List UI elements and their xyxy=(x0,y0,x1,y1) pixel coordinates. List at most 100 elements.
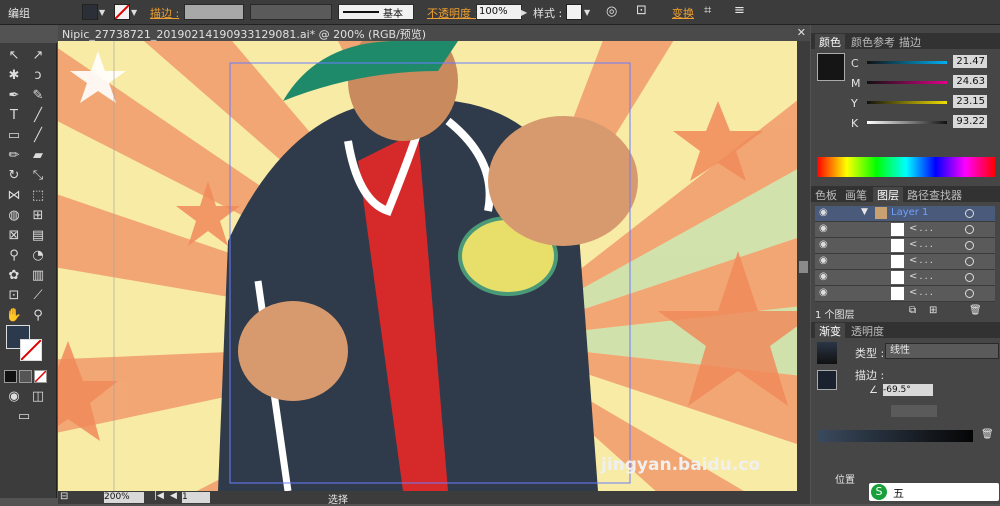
screen-mode-icon[interactable]: ▭ xyxy=(14,408,34,426)
artboard-nav-icon[interactable]: ⊟ xyxy=(60,491,68,502)
chevron-down-icon[interactable]: ▼ xyxy=(131,8,137,17)
sublayer-name[interactable]: <... xyxy=(909,287,935,298)
sogou-icon[interactable]: S xyxy=(871,484,887,500)
direct-selection-tool-icon[interactable]: ↗ xyxy=(28,47,48,65)
style-swatch[interactable] xyxy=(566,4,582,20)
gradient-fill-swatch[interactable] xyxy=(817,370,837,390)
paintbrush-tool-icon[interactable]: ╱ xyxy=(28,127,48,145)
y-value[interactable]: 23.15 xyxy=(953,95,987,108)
m-value[interactable]: 24.63 xyxy=(953,75,987,88)
stroke-swatch[interactable] xyxy=(114,4,130,20)
free-transform-tool-icon[interactable]: ⬚ xyxy=(28,187,48,205)
trash-icon[interactable]: 🗑 xyxy=(969,305,982,316)
artboard-canvas[interactable]: jingyan.baidu.co xyxy=(58,41,810,491)
tab-brushes[interactable]: 画笔 xyxy=(845,187,867,203)
transform-label[interactable]: 变换 xyxy=(672,5,694,21)
zoom-tool-icon[interactable]: ⚲ xyxy=(28,307,48,325)
tab-stroke[interactable]: 描边 xyxy=(899,34,921,50)
trash-icon[interactable]: 🗑 xyxy=(981,429,994,440)
eye-icon[interactable]: ◉ xyxy=(819,207,828,218)
gradient-tool-icon[interactable]: ▤ xyxy=(28,227,48,245)
prev-page-icon[interactable]: ◀ xyxy=(170,491,177,501)
aspect-field[interactable] xyxy=(891,405,937,417)
stroke-label[interactable]: 描边 : xyxy=(150,5,179,21)
tab-transparency[interactable]: 透明度 xyxy=(851,323,884,339)
tab-color-guide[interactable]: 颜色参考 xyxy=(851,34,895,50)
sublayer-row[interactable]: ◉ <... xyxy=(815,286,995,302)
layer-name[interactable]: Layer 1 xyxy=(891,207,928,218)
target-icon[interactable] xyxy=(965,257,974,266)
color-spectrum[interactable] xyxy=(817,157,995,177)
chevron-down-icon[interactable]: ▼ xyxy=(99,8,105,17)
target-icon[interactable] xyxy=(965,289,974,298)
width-tool-icon[interactable]: ⋈ xyxy=(4,187,24,205)
pen-tool-icon[interactable]: ✒ xyxy=(4,87,24,105)
eye-icon[interactable]: ◉ xyxy=(819,271,828,282)
expand-icon[interactable]: ▼ xyxy=(861,207,868,217)
stroke-color-swatch[interactable] xyxy=(20,339,42,361)
sublayer-name[interactable]: <... xyxy=(909,239,935,250)
target-icon[interactable] xyxy=(965,241,974,250)
new-layer-icon[interactable]: ⊞ xyxy=(929,305,937,316)
symbol-sprayer-tool-icon[interactable]: ✿ xyxy=(4,267,24,285)
mesh-tool-icon[interactable]: ⊠ xyxy=(4,227,24,245)
current-color-swatch[interactable] xyxy=(817,53,845,81)
target-icon[interactable] xyxy=(965,273,974,282)
menu-icon[interactable]: ≡ xyxy=(734,3,745,18)
variable-width-dropdown[interactable] xyxy=(250,4,332,20)
lasso-tool-icon[interactable]: ↄ xyxy=(28,67,48,85)
zoom-field[interactable]: 200% xyxy=(104,492,144,503)
new-sublayer-icon[interactable]: ⧉ xyxy=(909,305,916,316)
vertical-scrollbar[interactable] xyxy=(797,41,810,491)
isolate-icon[interactable]: ⌗ xyxy=(704,3,711,18)
gradient-slider[interactable] xyxy=(817,430,973,442)
target-icon[interactable] xyxy=(965,225,974,234)
eraser-tool-icon[interactable]: ▰ xyxy=(28,147,48,165)
k-slider[interactable] xyxy=(867,121,947,124)
sublayer-row[interactable]: ◉ <... xyxy=(815,238,995,254)
scale-tool-icon[interactable]: ⤡ xyxy=(28,167,48,185)
none-mode-icon[interactable] xyxy=(34,370,47,383)
y-slider[interactable] xyxy=(867,101,947,104)
tab-gradient[interactable]: 渐变 xyxy=(815,323,845,339)
sublayer-row[interactable]: ◉ <... xyxy=(815,222,995,238)
layer-row[interactable]: ◉ ▼ Layer 1 xyxy=(815,206,995,222)
selection-tool-icon[interactable]: ↖ xyxy=(4,47,24,65)
page-field[interactable]: 1 xyxy=(182,492,210,503)
perspective-grid-tool-icon[interactable]: ⊞ xyxy=(28,207,48,225)
draw-mode-icon[interactable]: ◉ xyxy=(4,388,24,406)
eyedropper-tool-icon[interactable]: ⚲ xyxy=(4,247,24,265)
slice-tool-icon[interactable]: ⟋ xyxy=(28,287,48,305)
document-tab[interactable]: Nipic_27738721_20190214190933129081.ai* … xyxy=(58,25,810,41)
column-graph-tool-icon[interactable]: ▥ xyxy=(28,267,48,285)
eye-icon[interactable]: ◉ xyxy=(819,239,828,250)
angle-field[interactable]: -69.5° xyxy=(883,384,933,396)
sublayer-name[interactable]: <... xyxy=(909,271,935,282)
magic-wand-tool-icon[interactable]: ✱ xyxy=(4,67,24,85)
gradient-preview[interactable] xyxy=(817,342,837,364)
stroke-weight-field[interactable] xyxy=(184,4,244,20)
first-page-icon[interactable]: |◀ xyxy=(154,491,164,501)
curvature-tool-icon[interactable]: ✎ xyxy=(28,87,48,105)
chevron-right-icon[interactable]: ▶ xyxy=(521,8,527,17)
target-icon[interactable] xyxy=(965,209,974,218)
tab-pathfinder[interactable]: 路径查找器 xyxy=(907,187,962,203)
opacity-field[interactable]: 100% xyxy=(476,4,522,20)
sublayer-name[interactable]: <... xyxy=(909,223,935,234)
recolor-icon[interactable]: ◎ xyxy=(606,4,617,19)
c-slider[interactable] xyxy=(867,61,947,64)
blend-tool-icon[interactable]: ◔ xyxy=(28,247,48,265)
gradient-type-select[interactable]: 线性 xyxy=(885,343,999,359)
align-icon[interactable]: ⊡ xyxy=(636,3,647,18)
ime-toolbar[interactable]: S 五 xyxy=(869,483,999,501)
color-mode-icon[interactable] xyxy=(4,370,17,383)
eye-icon[interactable]: ◉ xyxy=(819,255,828,266)
tab-swatches[interactable]: 色板 xyxy=(815,187,837,203)
k-value[interactable]: 93.22 xyxy=(953,115,987,128)
gradient-mode-icon[interactable] xyxy=(19,370,32,383)
close-icon[interactable]: ✕ xyxy=(797,26,806,39)
pencil-tool-icon[interactable]: ✏ xyxy=(4,147,24,165)
rotate-tool-icon[interactable]: ↻ xyxy=(4,167,24,185)
chevron-down-icon[interactable]: ▼ xyxy=(584,8,590,17)
sublayer-row[interactable]: ◉ <... xyxy=(815,254,995,270)
